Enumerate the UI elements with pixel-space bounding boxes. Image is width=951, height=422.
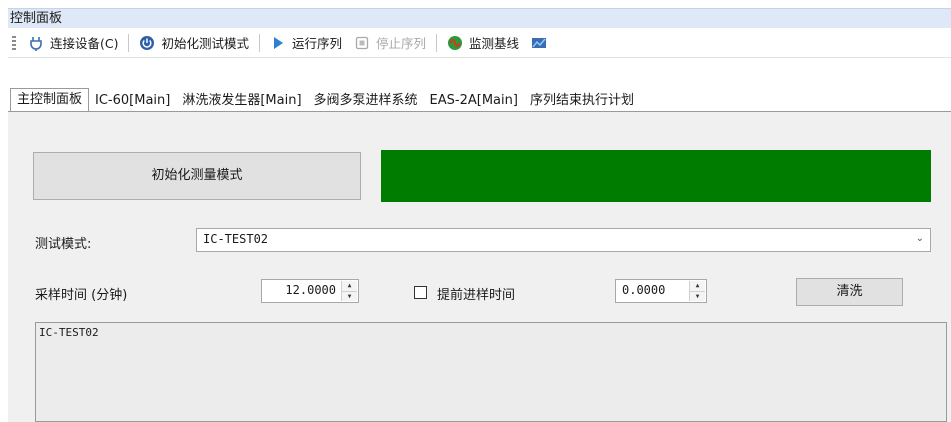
tab-ic-60[interactable]: IC-60[Main] xyxy=(89,91,176,111)
stepper-up-icon[interactable]: ▲ xyxy=(342,281,357,291)
stepper-down-icon[interactable]: ▼ xyxy=(342,290,357,301)
run-sequence-button[interactable]: 运行序列 xyxy=(264,32,348,54)
connect-device-button[interactable]: 连接设备(C) xyxy=(22,32,124,54)
advance-time-value: 0.0000 xyxy=(622,283,666,297)
stop-sequence-label: 停止序列 xyxy=(376,36,427,51)
stop-icon xyxy=(355,36,369,49)
chart-icon xyxy=(532,37,547,48)
main-panel: 初始化测量模式 测试模式: IC-TEST02 ⌄ 采样时间 (分钟) 12.0… xyxy=(8,111,951,422)
tab-eas-2a[interactable]: EAS-2A[Main] xyxy=(424,91,524,111)
tab-sequence-end-plan[interactable]: 序列结束执行计划 xyxy=(524,91,640,111)
log-output[interactable]: IC-TEST02 xyxy=(35,322,947,422)
advance-injection-checkbox[interactable] xyxy=(414,286,427,299)
toolbar-separator xyxy=(128,33,130,52)
monitor-baseline-button[interactable]: 监测基线 xyxy=(441,32,525,54)
tab-strip: 主控制面板 IC-60[Main] 淋洗液发生器[Main] 多阀多泵进样系统 … xyxy=(8,88,951,111)
stepper-up-icon[interactable]: ▲ xyxy=(690,281,705,291)
toolbar-grip-handle[interactable] xyxy=(12,35,16,50)
wash-button[interactable]: 清洗 xyxy=(796,278,903,306)
monitor-baseline-icon xyxy=(448,35,463,50)
advance-injection-label: 提前进样时间 xyxy=(437,288,516,303)
play-icon xyxy=(274,36,283,49)
log-line: IC-TEST02 xyxy=(39,326,99,339)
status-indicator xyxy=(381,150,931,202)
window-title: 控制面板 xyxy=(8,8,951,28)
tab-eluent-generator[interactable]: 淋洗液发生器[Main] xyxy=(176,91,307,111)
sampling-time-stepper[interactable]: 12.0000 ▲ ▼ xyxy=(261,279,359,303)
stop-sequence-button[interactable]: 停止序列 xyxy=(348,32,432,54)
test-mode-value: IC-TEST02 xyxy=(203,232,269,246)
init-test-mode-button[interactable]: 初始化测试模式 xyxy=(133,32,255,54)
sampling-time-label: 采样时间 (分钟) xyxy=(35,288,128,303)
tab-multi-valve-sampler[interactable]: 多阀多泵进样系统 xyxy=(308,91,424,111)
chart-view-button[interactable] xyxy=(525,32,559,54)
connect-device-label: 连接设备(C) xyxy=(50,36,119,51)
test-mode-select[interactable]: IC-TEST02 ⌄ xyxy=(196,228,931,252)
power-icon xyxy=(140,35,155,50)
toolbar-separator xyxy=(259,33,260,52)
init-measure-mode-button[interactable]: 初始化测量模式 xyxy=(33,152,361,200)
tab-main-control-panel[interactable]: 主控制面板 xyxy=(10,88,90,111)
sampling-time-value: 12.0000 xyxy=(285,283,336,297)
toolbar-separator xyxy=(436,33,438,52)
chevron-down-icon[interactable]: ⌄ xyxy=(916,233,924,244)
advance-time-stepper[interactable]: 0.0000 ▲ ▼ xyxy=(615,279,707,303)
toolbar: 连接设备(C) 初始化测试模式 运行序列 停止序列 监测基线 xyxy=(8,28,951,58)
plug-icon xyxy=(30,36,42,51)
run-sequence-label: 运行序列 xyxy=(292,36,343,51)
stepper-down-icon[interactable]: ▼ xyxy=(690,290,705,301)
init-test-mode-label: 初始化测试模式 xyxy=(161,36,249,51)
monitor-baseline-label: 监测基线 xyxy=(469,36,520,51)
test-mode-label: 测试模式: xyxy=(35,237,92,252)
